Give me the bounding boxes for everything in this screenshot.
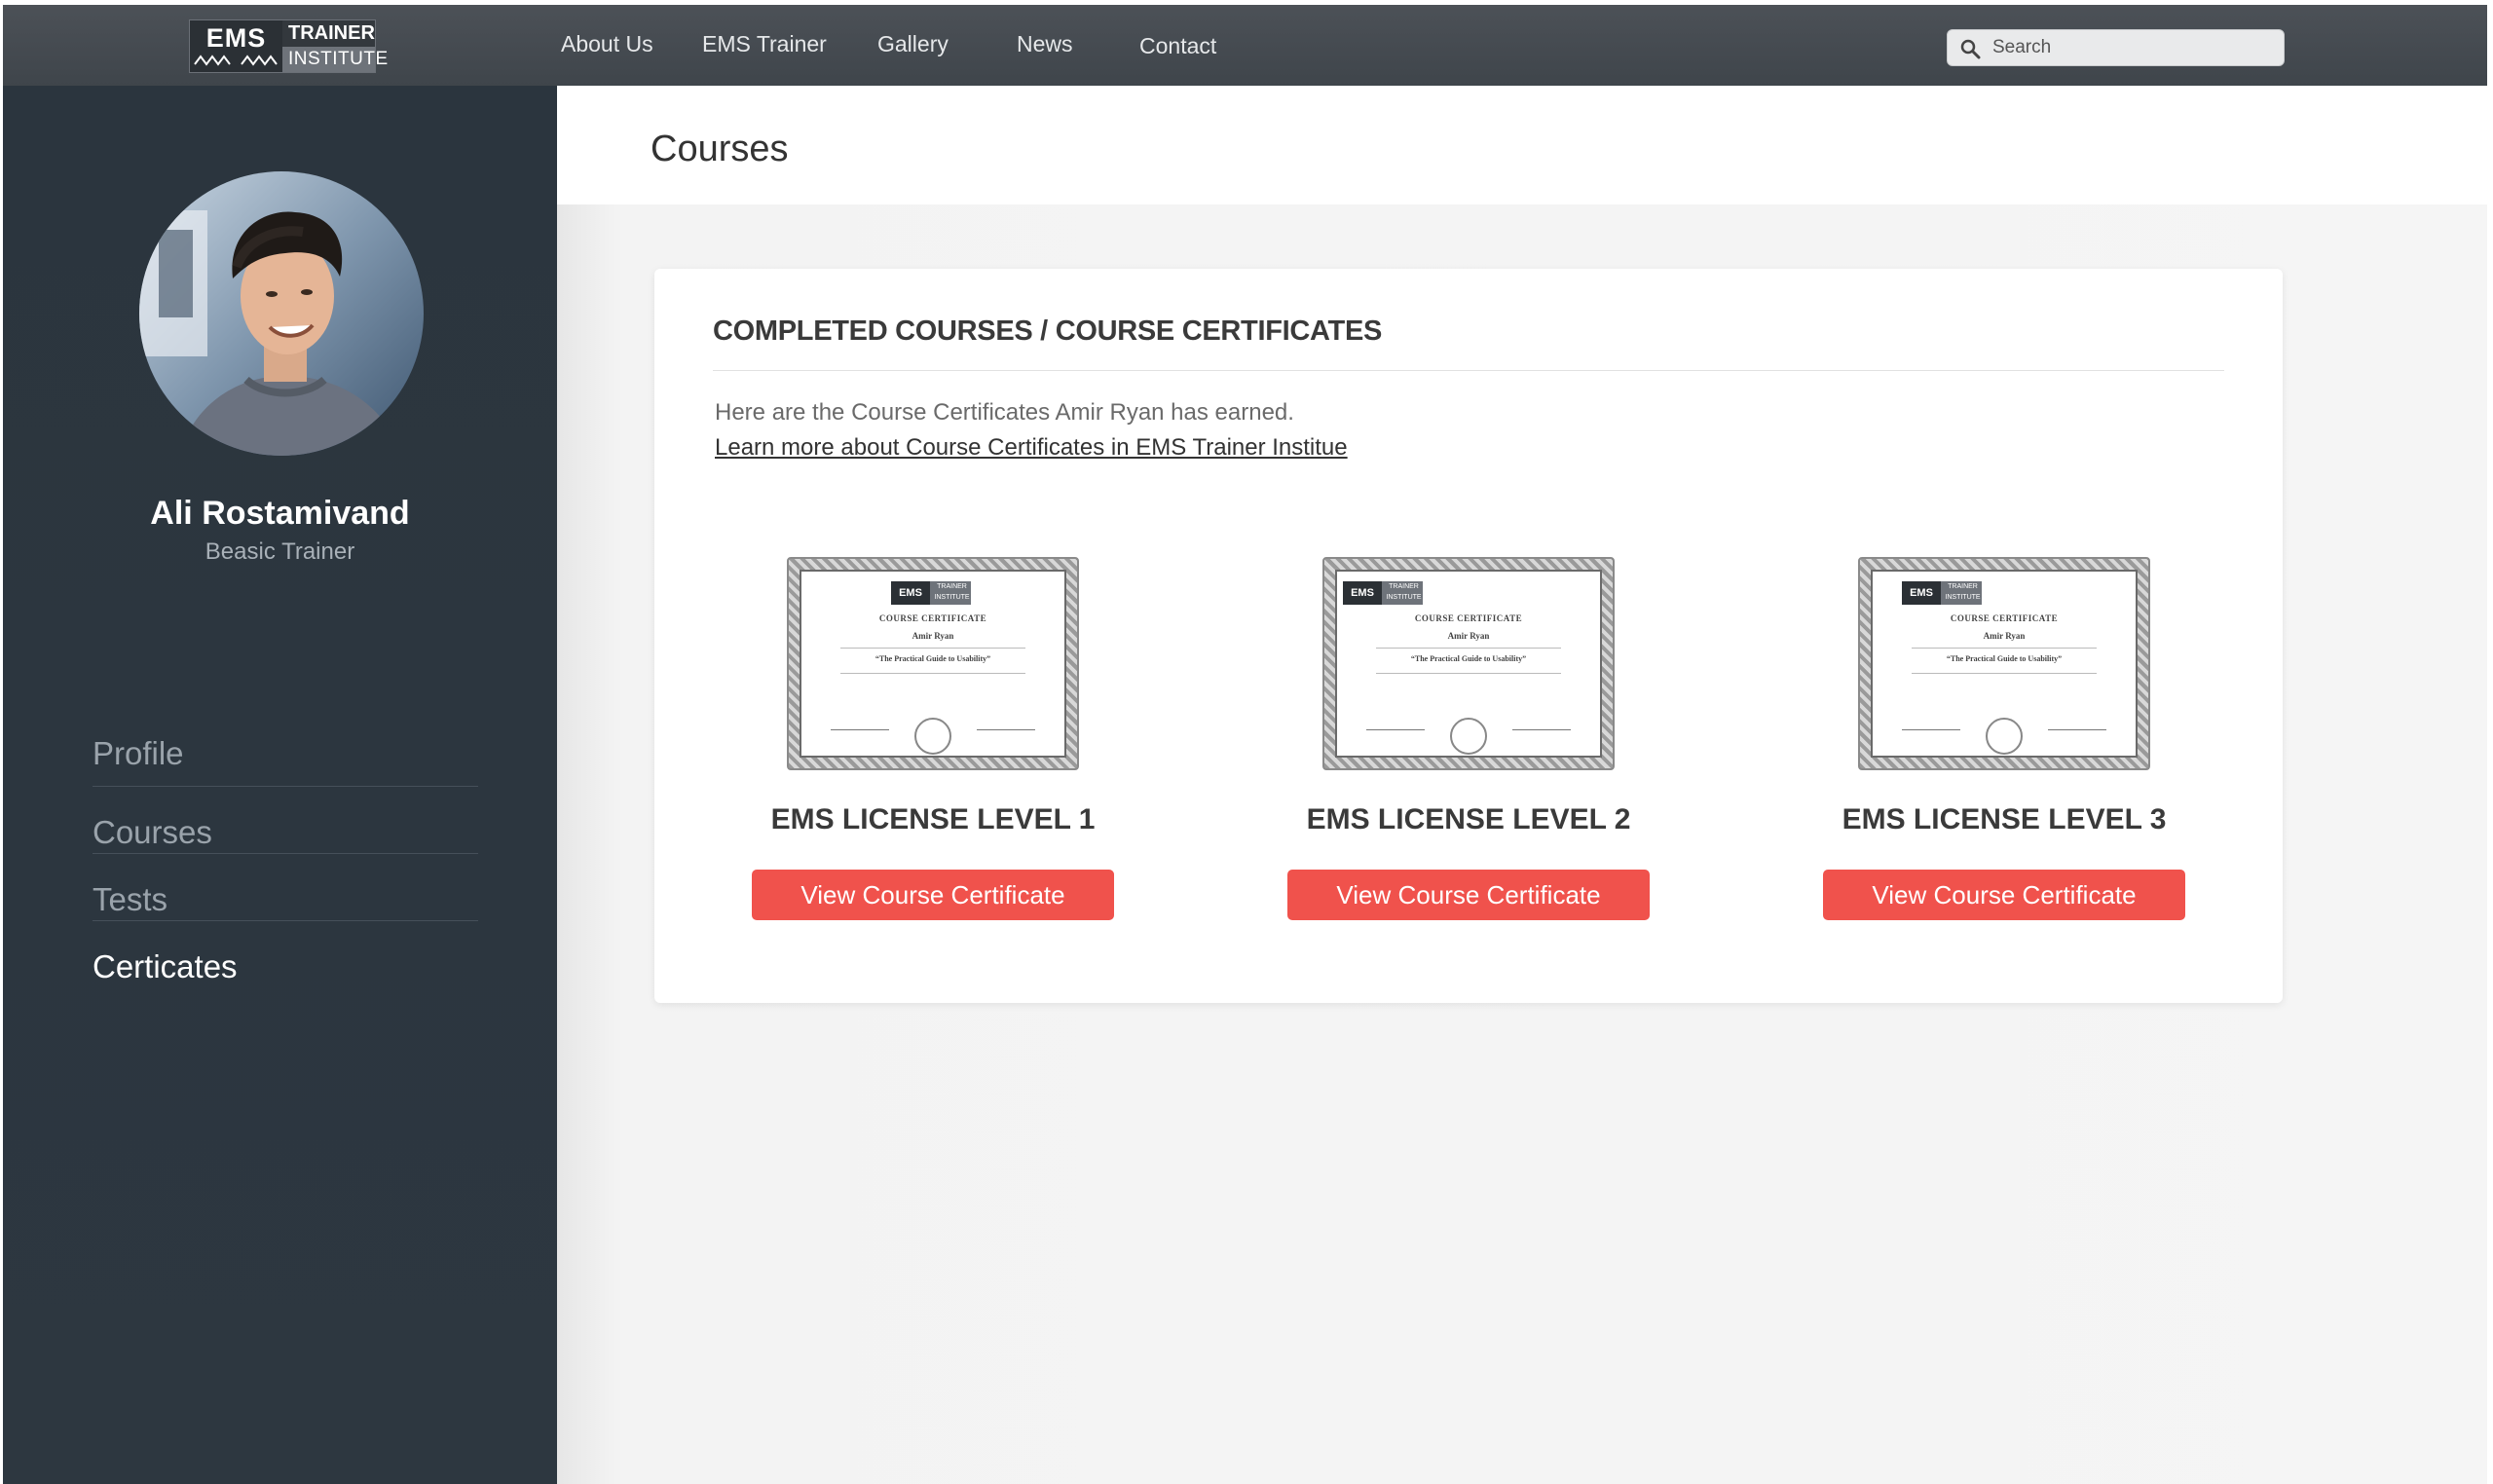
learn-more-link[interactable]: Learn more about Course Certificates in … [715,434,1348,462]
search-input[interactable] [1992,30,2275,65]
view-certificate-button[interactable]: View Course Certificate [752,870,1114,920]
certificate-label: EMS LICENSE LEVEL 3 [1842,803,2167,835]
certificate-recipient: Amir Ryan [1983,631,2026,641]
certificate-logo-icon: EMS TRAINER INSTITUTE [1902,581,1982,605]
search-icon[interactable] [1958,37,1982,60]
sidebar-item-courses[interactable]: Courses [93,787,478,854]
logo-text-block: TRAINER INSTITUTE [282,20,388,72]
logo-institute-text: INSTITUTE [282,47,388,72]
certificate-seal-icon [1986,718,2023,755]
certificate-item: EMS TRAINER INSTITUTE COURSE CERTIFICATE … [1287,557,1650,920]
nav-contact[interactable]: Contact [1139,33,1216,59]
certificates-card: COMPLETED COURSES / COURSE CERTIFICATES … [654,269,2283,1003]
certificate-item: EMS TRAINER INSTITUTE COURSE CERTIFICATE … [752,557,1114,920]
search-box[interactable] [1947,29,2285,66]
certificate-item: EMS TRAINER INSTITUTE COURSE CERTIFICATE … [1823,557,2185,920]
page-header: Courses [557,86,2487,204]
certificate-label: EMS LICENSE LEVEL 2 [1306,803,1631,835]
card-title: COMPLETED COURSES / COURSE CERTIFICATES [713,315,1383,347]
certificate-seal-icon [914,718,951,755]
view-certificate-button[interactable]: View Course Certificate [1287,870,1650,920]
nav-news[interactable]: News [1017,31,1073,57]
logo-trainer-text: TRAINER [282,20,375,47]
certificate-course: “The Practical Guide to Usability” [1946,654,2063,663]
certificate-heading: COURSE CERTIFICATE [878,613,987,623]
certificate-thumbnail[interactable]: EMS TRAINER INSTITUTE COURSE CERTIFICATE … [1858,557,2150,770]
sidebar-menu: Profile Courses Tests Certicates [93,707,478,988]
user-photo [139,171,424,456]
user-name: Ali Rostamivand [150,495,410,532]
certificate-course: “The Practical Guide to Usability” [1410,654,1527,663]
nav-ems-trainer[interactable]: EMS Trainer [702,31,827,57]
certificate-course: “The Practical Guide to Usability” [874,654,991,663]
avatar [139,171,424,456]
certificate-recipient: Amir Ryan [912,631,954,641]
page-title: Courses [651,129,789,169]
certificate-heading: COURSE CERTIFICATE [1950,613,2059,623]
certificate-logo-icon: EMS TRAINER INSTITUTE [1343,581,1423,605]
logo-ems-block: EMS [190,20,282,72]
view-certificate-button[interactable]: View Course Certificate [1823,870,2185,920]
sidebar-item-tests[interactable]: Tests [93,854,478,921]
certificate-thumbnail[interactable]: EMS TRAINER INSTITUTE COURSE CERTIFICATE … [787,557,1079,770]
certificate-heading: COURSE CERTIFICATE [1414,613,1523,623]
sidebar: Ali Rostamivand Beasic Trainer Profile C… [3,86,557,1484]
card-divider [713,370,2224,371]
logo-ems-text: EMS [205,23,267,53]
certificate-recipient: Amir Ryan [1447,631,1490,641]
certificate-thumbnail[interactable]: EMS TRAINER INSTITUTE COURSE CERTIFICATE … [1322,557,1615,770]
certificate-preview: EMS TRAINER INSTITUTE COURSE CERTIFICATE … [1335,570,1602,758]
certificate-preview: EMS TRAINER INSTITUTE COURSE CERTIFICATE … [800,570,1066,758]
card-description: Here are the Course Certificates Amir Ry… [715,399,1294,426]
ems-trainer-institute-logo[interactable]: EMS TRAINER INSTITUTE [189,19,388,73]
certificate-seal-icon [1450,718,1487,755]
sidebar-item-profile[interactable]: Profile [93,707,478,787]
user-role: Beasic Trainer [205,538,355,565]
certificate-label: EMS LICENSE LEVEL 1 [770,803,1096,835]
certificate-logo-icon: EMS TRAINER INSTITUTE [891,581,971,605]
top-navigation-bar: EMS TRAINER INSTITUTE About Us EMS Train… [3,5,2487,86]
logo-wave-icon [193,55,278,66]
nav-gallery[interactable]: Gallery [877,31,949,57]
certificate-preview: EMS TRAINER INSTITUTE COURSE CERTIFICATE … [1871,570,2138,758]
nav-about-us[interactable]: About Us [561,31,653,57]
sidebar-item-certificates[interactable]: Certicates [93,921,478,988]
